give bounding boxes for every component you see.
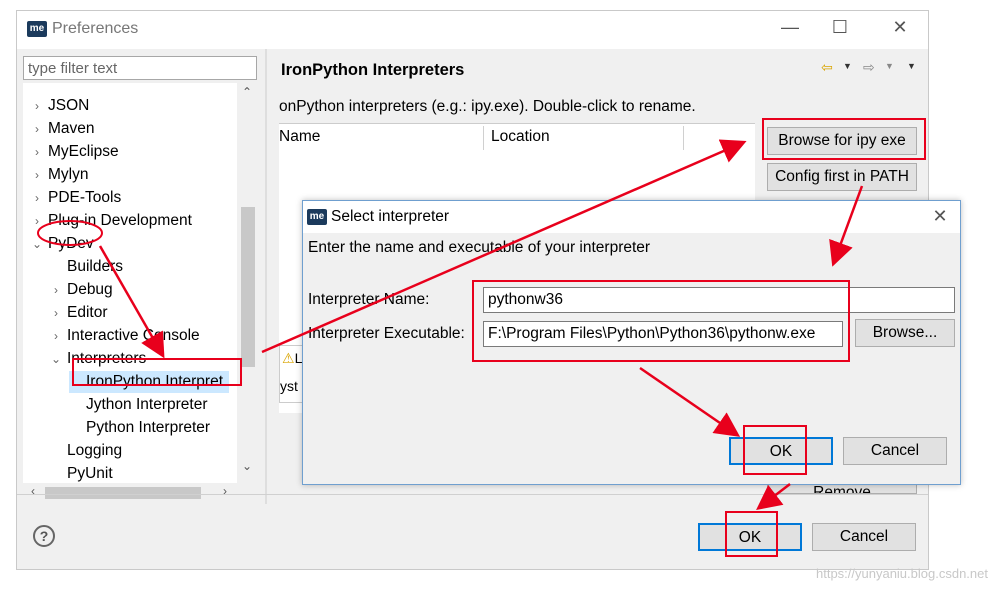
preferences-tree: › JSON › Maven › MyEclipse › Mylyn › PDE-Tools › Pl… xyxy=(23,83,257,503)
tree-item-label: JSON xyxy=(48,97,90,114)
tree-item-logging[interactable]: Logging xyxy=(50,440,122,462)
back-arrow-icon[interactable]: ⇦ xyxy=(821,59,833,76)
tree-item-myeclipse[interactable]: › MyEclipse xyxy=(31,141,119,163)
tree-item-label: Debug xyxy=(67,281,113,298)
panel-divider[interactable] xyxy=(265,49,267,504)
tree-item-label: Jython Interpreter xyxy=(86,396,208,413)
dialog-close-icon[interactable]: ✕ xyxy=(925,206,955,227)
tree-item-pyunit[interactable]: PyUnit xyxy=(50,463,113,485)
tree-item-label: Mylyn xyxy=(48,166,89,183)
column-header-name[interactable]: Name xyxy=(279,128,320,146)
tree-item-interactive-console[interactable]: › Interactive Console xyxy=(50,325,200,347)
config-first-in-path-button[interactable]: Config first in PATH xyxy=(767,163,917,191)
browse-button[interactable]: Browse... xyxy=(855,319,955,347)
tree-item-label: MyEclipse xyxy=(48,143,119,160)
tree-item-plug-in-development[interactable]: › Plug-in Development xyxy=(31,210,192,232)
dialog-title-bar[interactable]: me Select interpreter ✕ xyxy=(303,201,960,233)
cancel-button[interactable]: Cancel xyxy=(812,523,916,551)
myeclipse-logo-icon: me xyxy=(27,21,47,37)
tree-item-python-interpreter[interactable]: Python Interpreter xyxy=(69,417,210,439)
scroll-right-icon[interactable]: › xyxy=(217,484,233,498)
tree-item-mylyn[interactable]: › Mylyn xyxy=(31,164,88,186)
dialog-cancel-button[interactable]: Cancel xyxy=(843,437,947,465)
window-title: Preferences xyxy=(52,20,139,37)
collapsed-chevron-icon[interactable]: › xyxy=(31,118,43,140)
filter-input[interactable] xyxy=(23,56,257,80)
system-tab[interactable]: yst xyxy=(280,378,298,394)
tree-item-builders[interactable]: Builders xyxy=(50,256,123,278)
tree-item-label: Maven xyxy=(48,120,95,137)
tree-item-maven[interactable]: › Maven xyxy=(31,118,95,140)
warning-icon: ⚠ xyxy=(282,350,295,366)
tree-item-pde-tools[interactable]: › PDE-Tools xyxy=(31,187,121,209)
help-icon[interactable]: ? xyxy=(33,525,55,547)
collapsed-chevron-icon[interactable]: › xyxy=(31,187,43,209)
title-bar[interactable]: me Preferences — ☐ ✕ xyxy=(17,11,928,49)
close-icon[interactable]: ✕ xyxy=(885,17,915,38)
expanded-chevron-icon[interactable]: ⌄ xyxy=(50,348,62,370)
annotation-box-dialog-ok xyxy=(743,425,807,475)
scroll-up-icon[interactable]: ⌃ xyxy=(239,85,255,99)
back-menu-icon[interactable]: ▼ xyxy=(843,61,852,71)
view-menu-icon[interactable]: ▼ xyxy=(907,61,916,71)
collapsed-chevron-icon[interactable]: › xyxy=(31,141,43,163)
tree-item-label: Editor xyxy=(67,304,108,321)
myeclipse-logo-icon: me xyxy=(307,209,327,225)
interpreter-name-label: Interpreter Name: xyxy=(308,291,430,308)
tree-item-label: PyDev xyxy=(48,235,94,252)
page-title: IronPython Interpreters xyxy=(281,61,465,79)
tree-item-label: Logging xyxy=(67,442,123,459)
tree-item-label: PDE-Tools xyxy=(48,189,122,206)
expanded-chevron-icon[interactable]: ⌄ xyxy=(31,233,43,255)
page-description: onPython interpreters (e.g.: ipy.exe). D… xyxy=(279,98,696,115)
vertical-scroll-thumb[interactable] xyxy=(241,207,255,367)
dialog-instruction: Enter the name and executable of your in… xyxy=(308,239,651,256)
footer-separator xyxy=(17,494,928,495)
collapsed-chevron-icon[interactable]: › xyxy=(50,325,62,347)
tree-item-label: Interactive Console xyxy=(67,327,200,344)
collapsed-chevron-icon[interactable]: › xyxy=(31,210,43,232)
tree-item-label: PyUnit xyxy=(67,465,113,482)
forward-arrow-icon[interactable]: ⇨ xyxy=(863,59,875,76)
scroll-left-icon[interactable]: ‹ xyxy=(25,484,41,498)
tree-item-editor[interactable]: › Editor xyxy=(50,302,108,324)
lower-tab-panel: ⚠Li yst xyxy=(279,345,305,403)
tree-item-debug[interactable]: › Debug xyxy=(50,279,113,301)
horizontal-scroll-thumb[interactable] xyxy=(45,487,201,499)
tree-item-jython-interpreter[interactable]: Jython Interpreter xyxy=(69,394,207,416)
tree-item-pydev[interactable]: ⌄ PyDev xyxy=(31,233,94,255)
annotation-box-browse xyxy=(762,118,926,160)
collapsed-chevron-icon[interactable]: › xyxy=(31,164,43,186)
scroll-down-icon[interactable]: ⌄ xyxy=(239,459,255,473)
minimize-icon[interactable]: — xyxy=(775,17,805,38)
column-header-location[interactable]: Location xyxy=(491,128,550,146)
watermark-text: https://yunyaniu.blog.csdn.net xyxy=(815,566,988,581)
annotation-box-fields xyxy=(472,280,850,362)
tree-item-label: Builders xyxy=(67,258,123,275)
forward-menu-icon[interactable]: ▼ xyxy=(885,61,894,71)
collapsed-chevron-icon[interactable]: › xyxy=(50,302,62,324)
collapsed-chevron-icon[interactable]: › xyxy=(31,95,43,117)
column-separator xyxy=(483,126,484,150)
maximize-icon[interactable]: ☐ xyxy=(825,17,855,38)
column-separator xyxy=(683,126,684,150)
collapsed-chevron-icon[interactable]: › xyxy=(50,279,62,301)
tree-item-json[interactable]: › JSON xyxy=(31,95,89,117)
interpreter-executable-label: Interpreter Executable: xyxy=(308,325,465,342)
annotation-box-ironpython xyxy=(72,358,242,386)
dialog-title: Select interpreter xyxy=(331,208,450,225)
annotation-box-ok xyxy=(725,511,778,557)
tree-item-label: Python Interpreter xyxy=(86,419,211,436)
tree-item-label: Plug-in Development xyxy=(48,212,192,229)
